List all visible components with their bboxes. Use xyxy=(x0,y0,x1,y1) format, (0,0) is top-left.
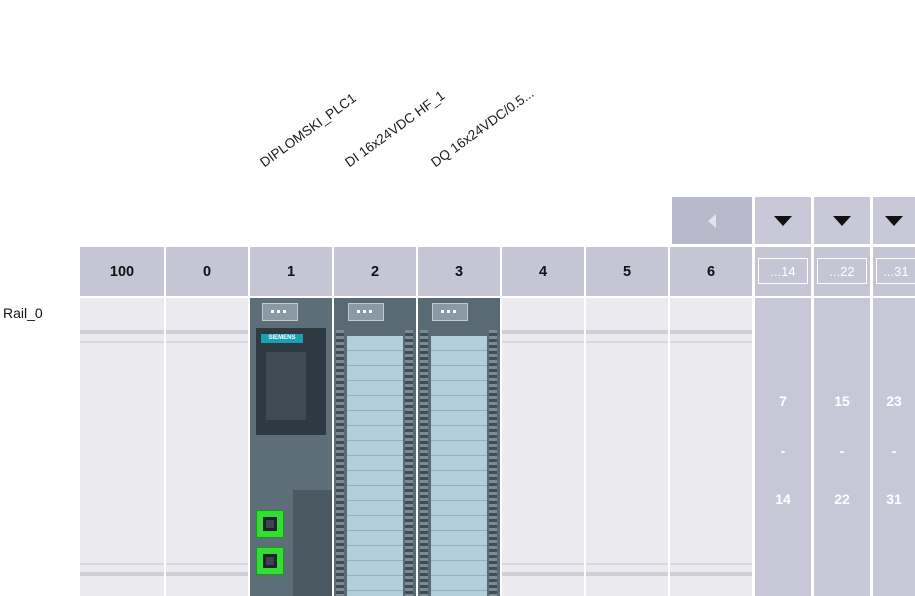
expand-button-3[interactable] xyxy=(873,197,915,244)
expansion-to: 31 xyxy=(886,491,902,507)
slot-header-4: 4 xyxy=(502,247,584,296)
expansion-dash: - xyxy=(839,443,845,459)
column-separator xyxy=(500,247,502,596)
di-io-panel xyxy=(347,336,403,596)
dq-left-terminal-strip xyxy=(420,330,428,596)
slot-header-6: 6 xyxy=(670,247,752,296)
slot-header-0: 0 xyxy=(166,247,248,296)
cpu-module[interactable]: SIEMENS xyxy=(250,298,332,596)
expand-button-2[interactable] xyxy=(814,197,870,244)
dq-top-clip xyxy=(432,303,468,321)
ethernet-port-icon xyxy=(263,554,277,568)
scroll-left-button[interactable] xyxy=(672,197,752,244)
expansion-header-3: ...31 xyxy=(873,247,915,296)
column-separator xyxy=(752,247,755,596)
expansion-header-1: ...14 xyxy=(755,247,811,296)
siemens-logo: SIEMENS xyxy=(261,334,303,343)
di-top-clip xyxy=(348,303,384,321)
column-separator xyxy=(332,247,334,596)
rail-label: Rail_0 xyxy=(3,305,43,321)
triangle-left-icon xyxy=(708,213,716,228)
cpu-top-clip xyxy=(262,303,298,321)
column-separator xyxy=(416,247,418,596)
expansion-dash: - xyxy=(780,443,786,459)
ethernet-port-x1p2[interactable] xyxy=(256,547,284,575)
slot-header-3: 3 xyxy=(418,247,500,296)
expand-button-1[interactable] xyxy=(755,197,811,244)
expansion-to: 22 xyxy=(834,491,850,507)
column-separator xyxy=(870,197,873,596)
ethernet-port-x1p1[interactable] xyxy=(256,510,284,538)
di-right-terminal-strip xyxy=(405,330,413,596)
slot-header-1: 1 xyxy=(250,247,332,296)
dq-io-panel xyxy=(431,336,487,596)
slot-header-100: 100 xyxy=(80,247,164,296)
column-separator xyxy=(668,247,670,596)
dq-right-terminal-strip xyxy=(489,330,497,596)
expansion-range-label: ...31 xyxy=(876,258,915,284)
expansion-from: 7 xyxy=(779,393,787,409)
expansion-to: 14 xyxy=(775,491,791,507)
expansion-header-2: ...22 xyxy=(814,247,870,296)
slot-header-2: 2 xyxy=(334,247,416,296)
column-separator xyxy=(248,247,250,596)
expansion-column-3[interactable]: 23 - 31 xyxy=(873,298,915,596)
expansion-from: 23 xyxy=(886,393,902,409)
expansion-dash: - xyxy=(891,443,897,459)
column-separator xyxy=(164,247,166,596)
cpu-display xyxy=(266,352,306,420)
triangle-down-icon xyxy=(833,215,851,226)
expansion-range-label: ...22 xyxy=(817,258,867,284)
slot-header-5: 5 xyxy=(586,247,668,296)
expansion-from: 15 xyxy=(834,393,850,409)
expansion-column-2[interactable]: 15 - 22 xyxy=(814,298,870,596)
expansion-column-1[interactable]: 7 - 14 xyxy=(755,298,811,596)
column-separator xyxy=(811,197,814,596)
column-separator xyxy=(584,247,586,596)
cpu-lower-panel xyxy=(293,490,332,596)
cpu-front-panel: SIEMENS xyxy=(256,328,326,435)
ethernet-port-icon xyxy=(263,517,277,531)
triangle-down-icon xyxy=(885,215,903,226)
expansion-range-label: ...14 xyxy=(758,258,808,284)
di-left-terminal-strip xyxy=(336,330,344,596)
triangle-down-icon xyxy=(774,215,792,226)
